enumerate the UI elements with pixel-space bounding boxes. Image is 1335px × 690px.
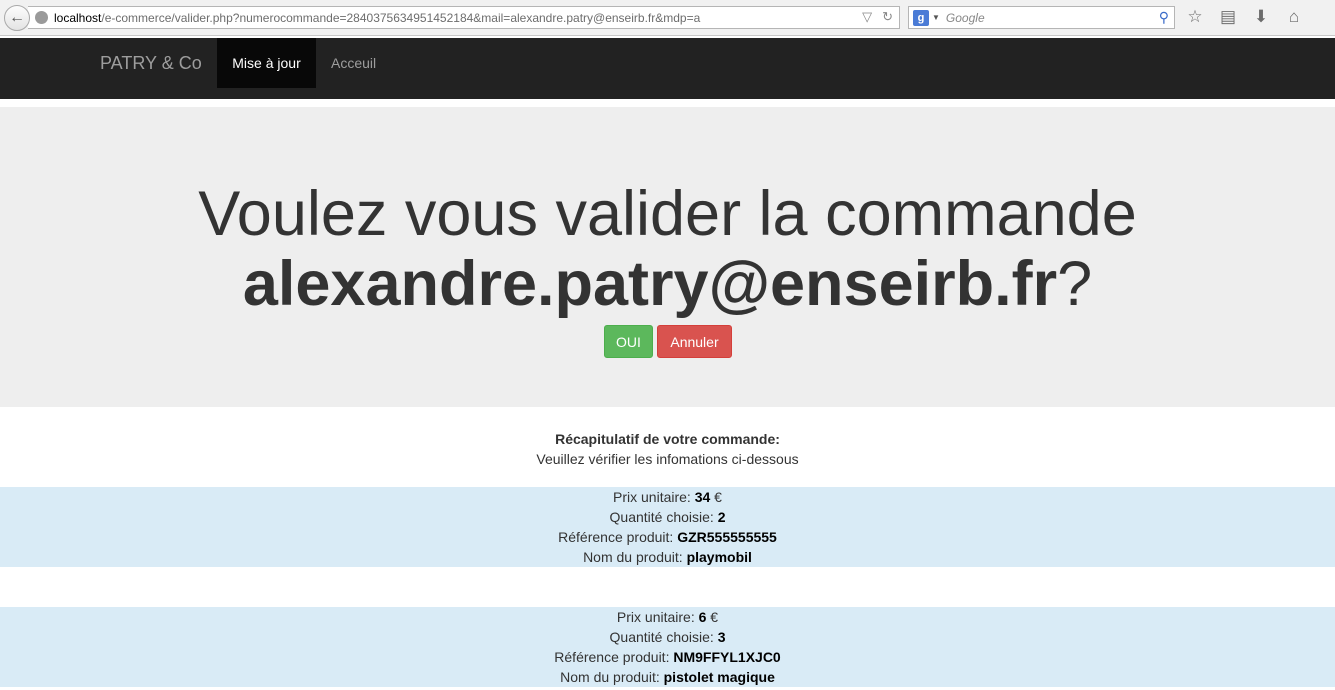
cancel-button[interactable]: Annuler <box>657 325 732 358</box>
summary-subtitle: Veuillez vérifier les infomations ci-des… <box>536 451 799 467</box>
url-host: localhost <box>54 10 102 25</box>
reference-label: Référence produit: <box>558 529 678 545</box>
google-icon[interactable]: g <box>913 9 929 26</box>
quantity-line: Quantité choisie: 3 <box>0 627 1335 647</box>
search-engine-dropdown-icon[interactable]: ▼ <box>932 13 940 22</box>
price-line: Prix unitaire: 6 € <box>0 607 1335 627</box>
price-label: Prix unitaire: <box>613 489 695 505</box>
name-value: pistolet magique <box>663 669 775 685</box>
confirmation-heading: Voulez vous valider la commande <box>198 179 1137 249</box>
address-bar[interactable]: localhost/e-commerce/valider.php?numeroc… <box>28 6 900 29</box>
confirmation-email-line: alexandre.patry@enseirb.fr? <box>0 249 1335 319</box>
reference-value: GZR555555555 <box>677 529 777 545</box>
site-navbar: PATRY & Co Mise à jour Acceuil <box>0 38 1335 99</box>
browser-toolbar: localhost/e-commerce/valider.php?numeroc… <box>0 0 1335 36</box>
name-line: Nom du produit: playmobil <box>0 547 1335 567</box>
nav-item-acceuil[interactable]: Acceuil <box>331 38 376 88</box>
search-icon[interactable]: ⚲ <box>1159 9 1169 26</box>
product-item: Prix unitaire: 6 € Quantité choisie: 3 R… <box>0 607 1335 687</box>
reference-value: NM9FFYL1XJC0 <box>673 649 781 665</box>
quantity-label: Quantité choisie: <box>609 509 718 525</box>
price-line: Prix unitaire: 34 € <box>0 487 1335 507</box>
reference-line: Référence produit: NM9FFYL1XJC0 <box>0 647 1335 667</box>
quantity-value: 2 <box>717 509 726 525</box>
quantity-label: Quantité choisie: <box>609 629 718 645</box>
back-arrow-icon: ← <box>9 9 25 26</box>
customer-email: alexandre.patry@enseirb.fr <box>242 249 1058 319</box>
site-identity-icon[interactable] <box>35 11 48 24</box>
downloads-icon[interactable]: ⬇ <box>1251 6 1271 28</box>
bookmarks-list-icon[interactable]: ▤ <box>1218 6 1238 28</box>
currency: € <box>710 489 722 505</box>
summary-title: Récapitulatif de votre commande: <box>555 431 780 447</box>
question-mark: ? <box>1057 249 1093 319</box>
currency: € <box>706 609 719 625</box>
name-line: Nom du produit: pistolet magique <box>0 667 1335 687</box>
search-placeholder: Google <box>945 10 985 25</box>
bookmark-star-icon[interactable]: ☆ <box>1185 6 1205 28</box>
reload-icon[interactable]: ↻ <box>882 9 893 25</box>
reference-line: Référence produit: GZR555555555 <box>0 527 1335 547</box>
reference-label: Référence produit: <box>554 649 674 665</box>
product-item: Prix unitaire: 34 € Quantité choisie: 2 … <box>0 487 1335 567</box>
confirm-button[interactable]: OUI <box>604 325 653 358</box>
order-summary-header: Récapitulatif de votre commande: Veuille… <box>0 429 1335 469</box>
confirmation-jumbotron: Voulez vous valider la commande alexandr… <box>0 107 1335 407</box>
navbar-brand[interactable]: PATRY & Co <box>100 38 202 88</box>
dropdown-arrow-icon[interactable]: ▽ <box>862 9 872 25</box>
back-button[interactable]: ← <box>4 5 30 31</box>
price-label: Prix unitaire: <box>616 609 699 625</box>
search-input[interactable]: g ▼ Google ⚲ <box>908 6 1175 29</box>
home-icon[interactable]: ⌂ <box>1284 6 1304 28</box>
price-value: 34 <box>694 489 711 505</box>
nav-item-mise-a-jour[interactable]: Mise à jour <box>217 38 316 88</box>
quantity-value: 3 <box>717 629 726 645</box>
name-label: Nom du produit: <box>560 669 664 685</box>
quantity-line: Quantité choisie: 2 <box>0 507 1335 527</box>
name-value: playmobil <box>686 549 752 565</box>
name-label: Nom du produit: <box>583 549 687 565</box>
url-path: /e-commerce/valider.php?numerocommande=2… <box>101 10 701 25</box>
